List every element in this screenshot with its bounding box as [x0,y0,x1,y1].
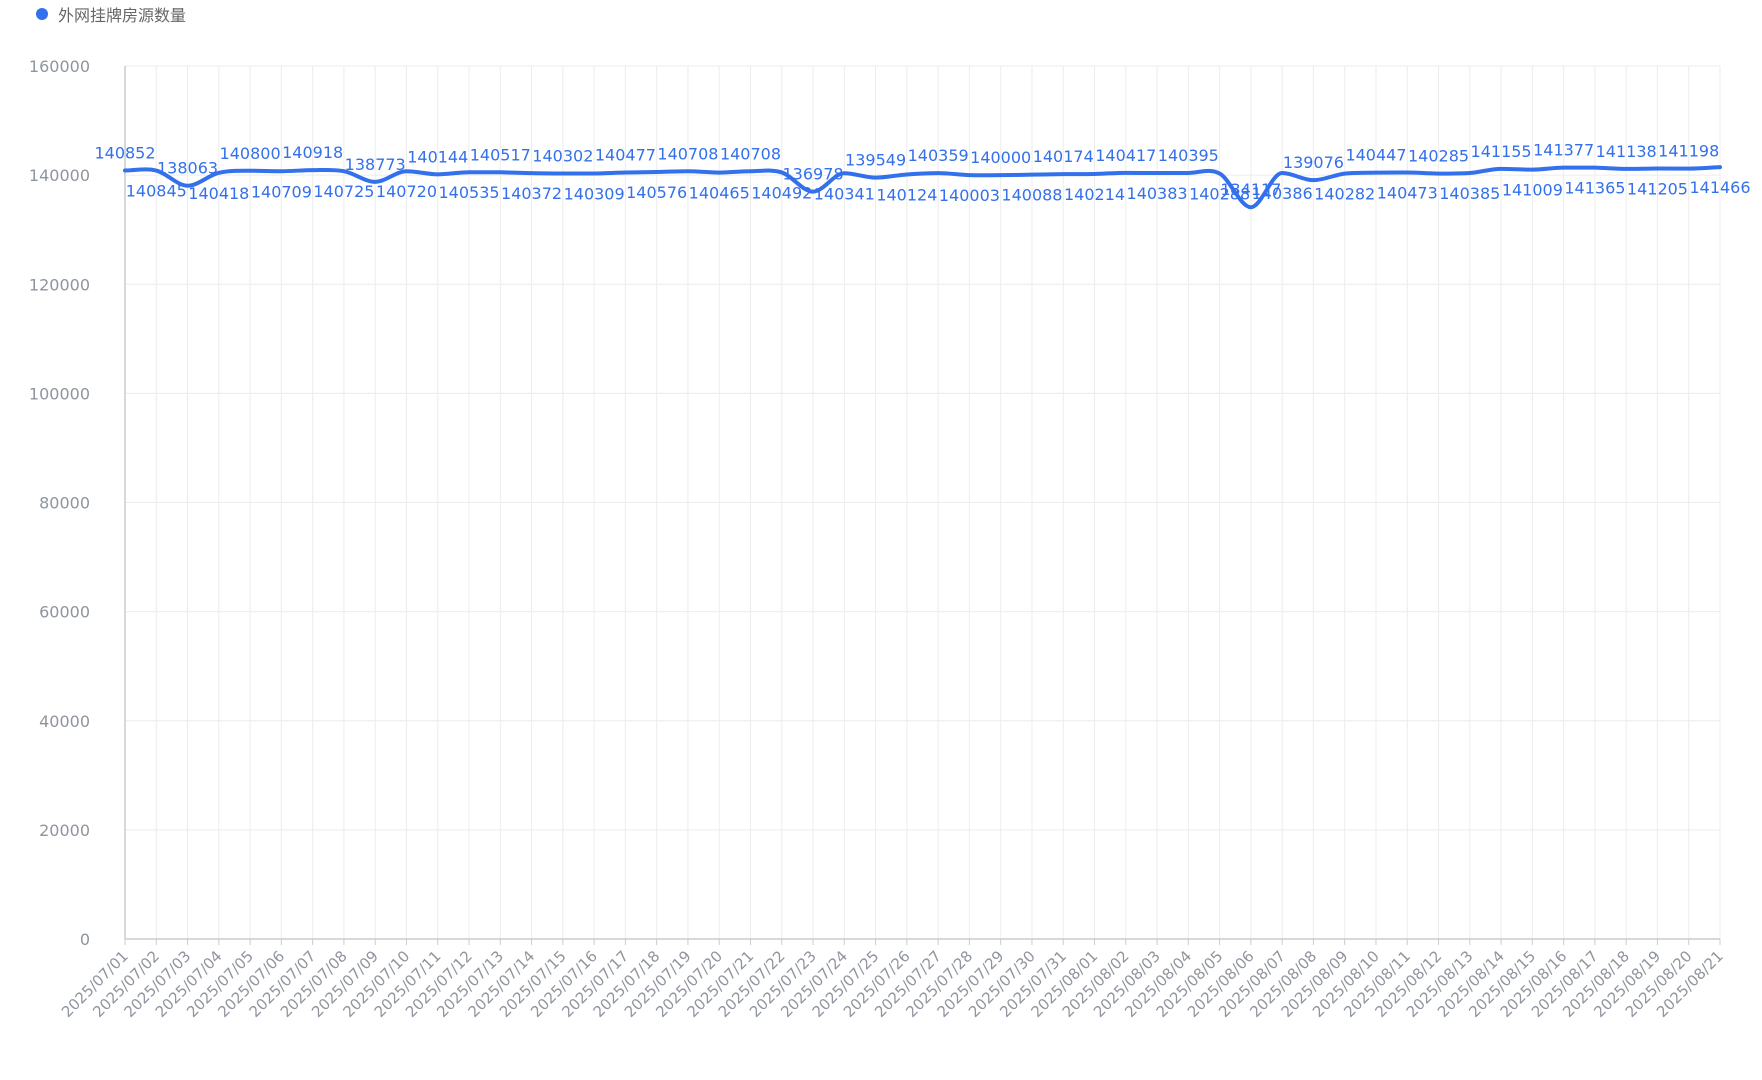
data-label: 139549 [845,151,906,170]
data-label: 140341 [814,184,875,203]
data-label: 141138 [1596,142,1657,161]
data-label: 140282 [1314,185,1375,204]
data-label: 140517 [470,145,531,164]
y-tick-label: 100000 [29,384,90,403]
data-label: 140309 [564,184,625,203]
data-label: 140395 [1158,146,1219,165]
data-label: 141198 [1658,142,1719,161]
y-tick-label: 160000 [29,57,90,76]
data-label: 140918 [282,143,343,162]
data-label: 140852 [94,143,155,162]
data-label: 140535 [438,183,499,202]
y-tick-label: 20000 [39,821,90,840]
data-label: 140386 [1252,184,1313,203]
data-label: 140088 [1001,186,1062,205]
data-label: 140473 [1377,184,1438,203]
y-tick-label: 40000 [39,712,90,731]
data-label: 140845 [126,182,187,201]
data-label: 140285 [1408,147,1469,166]
y-tick-label: 60000 [39,603,90,622]
data-label: 140708 [657,144,718,163]
data-label: 136978 [783,165,844,184]
data-label: 140417 [1095,146,1156,165]
data-label: 140477 [595,146,656,165]
y-tick-label: 80000 [39,494,90,513]
data-label: 140000 [970,148,1031,167]
data-label: 141466 [1689,178,1750,197]
data-label: 139076 [1283,153,1344,172]
data-label: 140725 [313,182,374,201]
y-tick-label: 0 [80,930,90,949]
data-label: 140003 [939,186,1000,205]
data-label: 140144 [407,147,468,166]
data-label: 140302 [532,146,593,165]
data-label: 140492 [751,183,812,202]
y-tick-label: 140000 [29,166,90,185]
data-label: 140576 [626,183,687,202]
line-chart: 0200004000060000800001000001200001400001… [29,57,1751,1021]
data-label: 140372 [501,184,562,203]
data-label: 140447 [1345,146,1406,165]
data-label: 140418 [188,184,249,203]
data-label: 140465 [689,184,750,203]
data-label: 141009 [1502,181,1563,200]
data-label: 140800 [220,144,281,163]
data-label: 140708 [720,144,781,163]
data-label: 140174 [1033,147,1094,166]
data-label: 140214 [1064,185,1125,204]
data-label: 140359 [908,146,969,165]
data-label: 140385 [1439,184,1500,203]
y-tick-label: 120000 [29,275,90,294]
data-label: 140709 [251,182,312,201]
data-label: 141377 [1533,141,1594,160]
data-label: 140383 [1127,184,1188,203]
data-label: 140720 [376,182,437,201]
data-label: 141365 [1564,179,1625,198]
data-label: 138773 [345,155,406,174]
data-label: 138063 [157,159,218,178]
data-label: 141155 [1471,142,1532,161]
data-label: 140124 [876,185,937,204]
data-label: 141205 [1627,180,1688,199]
